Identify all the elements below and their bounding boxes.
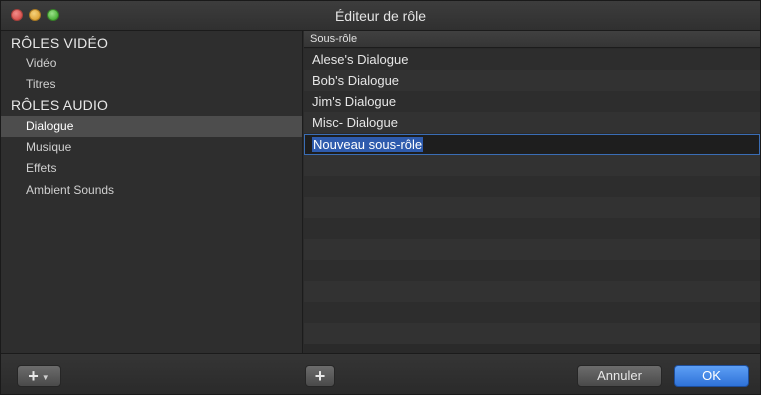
empty-row (304, 260, 760, 281)
sidebar-item-video[interactable]: Vidéo (1, 53, 302, 74)
empty-row (304, 155, 760, 176)
window-title: Éditeur de rôle (334, 8, 427, 24)
new-subrole-edit-field[interactable]: Nouveau sous-rôle (304, 134, 760, 155)
add-subrole-button[interactable]: + (305, 365, 335, 387)
empty-row (304, 218, 760, 239)
empty-row (304, 302, 760, 323)
sidebar-item-ambient-sounds[interactable]: Ambient Sounds (1, 180, 302, 201)
subroles-list: Alese's Dialogue Bob's Dialogue Jim's Di… (304, 49, 760, 353)
audio-roles-header: RÔLES AUDIO (11, 97, 109, 113)
subrole-column-header[interactable]: Sous-rôle (304, 31, 760, 48)
empty-row (304, 281, 760, 302)
table-row[interactable]: Misc- Dialogue (304, 112, 760, 133)
sidebar-item-effects[interactable]: Effets (1, 158, 302, 179)
chevron-down-icon: ▼ (41, 373, 50, 382)
sidebar-item-dialogue[interactable]: Dialogue (1, 116, 302, 137)
empty-row (304, 176, 760, 197)
video-roles-header: RÔLES VIDÉO (11, 35, 109, 51)
new-subrole-selected-text[interactable]: Nouveau sous-rôle (312, 137, 424, 152)
empty-row (304, 323, 760, 344)
subroles-table: Sous-rôle Alese's Dialogue Bob's Dialogu… (304, 31, 760, 353)
title-bar[interactable]: Éditeur de rôle (1, 1, 760, 31)
table-row[interactable]: Bob's Dialogue (304, 70, 760, 91)
roles-sidebar: RÔLES VIDÉO Vidéo Titres RÔLES AUDIO Dia… (1, 31, 303, 353)
table-row[interactable]: Alese's Dialogue (304, 49, 760, 70)
plus-icon: + (314, 366, 326, 386)
role-editor-window: Éditeur de rôle RÔLES VIDÉO Vidéo Titres… (0, 0, 761, 395)
table-row[interactable]: Jim's Dialogue (304, 91, 760, 112)
empty-row (304, 197, 760, 218)
sidebar-item-titles[interactable]: Titres (1, 74, 302, 95)
add-role-button[interactable]: + ▼ (17, 365, 61, 387)
plus-icon: + (28, 366, 39, 386)
empty-row (304, 239, 760, 260)
bottom-toolbar: + ▼ + Annuler OK (1, 353, 760, 394)
sidebar-item-music[interactable]: Musique (1, 137, 302, 158)
ok-button[interactable]: OK (674, 365, 749, 387)
cancel-button[interactable]: Annuler (577, 365, 662, 387)
